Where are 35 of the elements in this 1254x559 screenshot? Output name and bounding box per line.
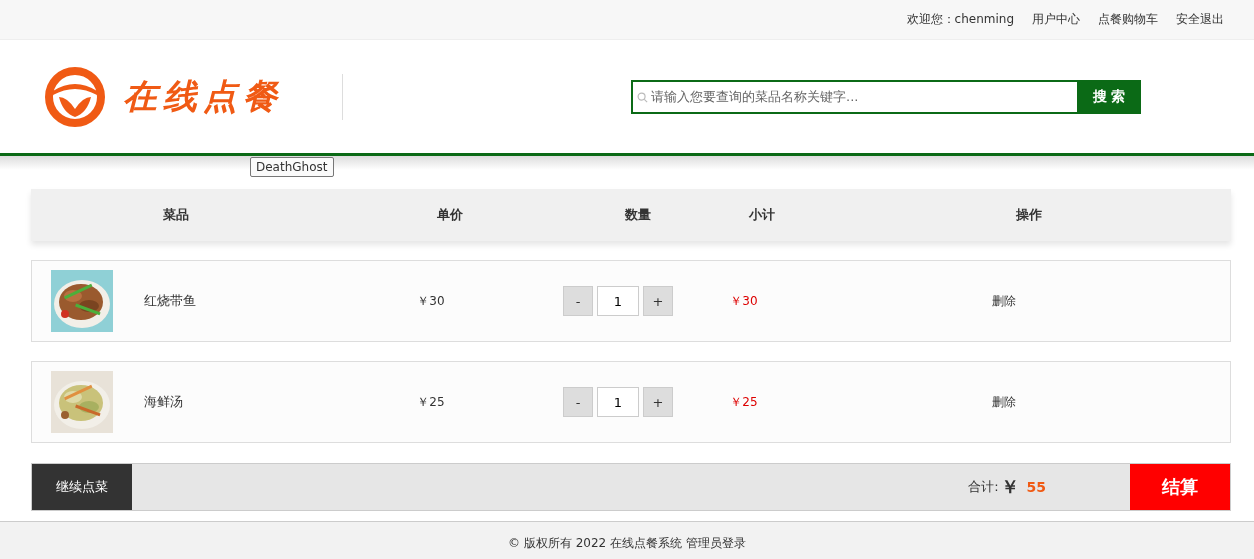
subtotal: ￥30 [729,292,759,310]
search-field[interactable]: 请输入您要查询的菜品名称关键字... [631,79,1077,114]
tooltip: DeathGhost [250,157,334,177]
delete-link[interactable]: 删除 [992,293,1016,308]
subtotal: ￥25 [729,393,759,411]
decrease-button[interactable]: - [563,286,593,316]
continue-ordering-button[interactable]: 继续点菜 [32,464,132,510]
unit-price: ￥30 [416,292,446,310]
column-header: 数量 [624,206,652,224]
logo-text: 在线点餐 [123,74,283,118]
admin-login-link[interactable]: 管理员登录 [686,535,746,552]
quantity-field[interactable]: 1 [597,286,639,316]
unit-price: ￥25 [416,393,446,411]
dish-name: 海鲜汤 [144,393,184,411]
total-amount: 55 [1026,479,1046,495]
increase-button[interactable]: + [643,387,673,417]
search-button[interactable]: 搜 索 [1077,79,1141,114]
top-link[interactable]: 点餐购物车 [1098,11,1158,28]
decrease-button[interactable]: - [563,387,593,417]
increase-button[interactable]: + [643,286,673,316]
column-header: 单价 [436,206,464,224]
welcome-text: 欢迎您：chenming [906,11,1014,28]
column-header: 菜品 [162,206,190,224]
logo-icon [45,66,105,127]
delete-link[interactable]: 删除 [992,394,1016,409]
total-label: 合计: [968,478,999,496]
dish-name: 红烧带鱼 [144,292,197,310]
top-link[interactable]: 用户中心 [1032,11,1080,28]
copyright-text: © 版权所有 2022 在线点餐系统 [508,535,682,552]
column-header: 操作 [1015,206,1043,224]
checkout-button[interactable]: 结算 [1130,464,1230,510]
column-header: 小计 [748,206,776,224]
quantity-field[interactable]: 1 [597,387,639,417]
top-link[interactable]: 安全退出 [1176,11,1224,28]
currency-sign: ￥ [1000,475,1019,499]
